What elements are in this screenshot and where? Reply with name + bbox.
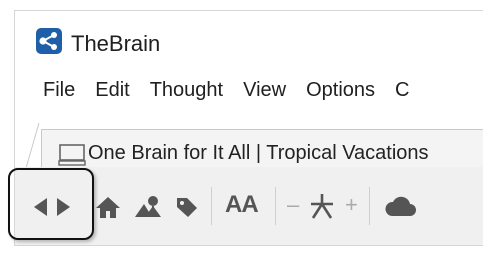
menu-file[interactable]: File <box>33 79 85 102</box>
thebrain-logo-icon <box>36 28 62 54</box>
plex-layout-button[interactable] <box>307 191 337 221</box>
home-button[interactable] <box>95 195 121 219</box>
menu-edit[interactable]: Edit <box>85 79 139 102</box>
zoom-out-button[interactable]: – <box>287 193 299 217</box>
zoom-in-button[interactable]: + <box>345 193 358 217</box>
app-title: TheBrain <box>71 31 161 56</box>
zoom-out-icon: – <box>287 192 300 217</box>
tag-icon <box>177 198 197 217</box>
forward-button[interactable] <box>55 195 73 219</box>
pins-button[interactable] <box>133 195 163 219</box>
menu-truncated[interactable]: C <box>385 79 419 102</box>
menu-options[interactable]: Options <box>296 79 385 102</box>
back-button[interactable] <box>31 195 49 219</box>
pinned-thoughts-icon <box>135 196 161 217</box>
tab-label: One Brain for It All | Tropical Vacation… <box>88 142 429 164</box>
app-window: TheBrain File Edit Thought View Options … <box>14 10 483 246</box>
cloud-sync-icon <box>385 196 416 216</box>
home-icon <box>96 197 120 218</box>
menu-thought[interactable]: Thought <box>140 79 233 102</box>
toolbar-separator <box>275 187 276 225</box>
menu-bar: File Edit Thought View Options C <box>15 71 483 109</box>
toolbar-separator <box>211 187 212 225</box>
menu-view[interactable]: View <box>233 79 296 102</box>
computer-icon <box>58 144 86 166</box>
font-size-button[interactable]: AA <box>225 191 259 218</box>
title-bar: TheBrain <box>15 11 483 71</box>
back-arrow-icon <box>34 198 47 216</box>
zoom-in-icon: + <box>345 192 358 217</box>
cloud-sync-button[interactable] <box>383 194 417 218</box>
font-size-icon: AA <box>225 191 259 218</box>
tab-bar: One Brain for It All | Tropical Vacation… <box>15 109 483 175</box>
toolbar: AA – + <box>15 167 483 245</box>
tags-button[interactable] <box>175 195 199 219</box>
forward-arrow-icon <box>57 198 70 216</box>
toolbar-separator <box>369 187 370 225</box>
plex-layout-icon <box>311 194 333 219</box>
